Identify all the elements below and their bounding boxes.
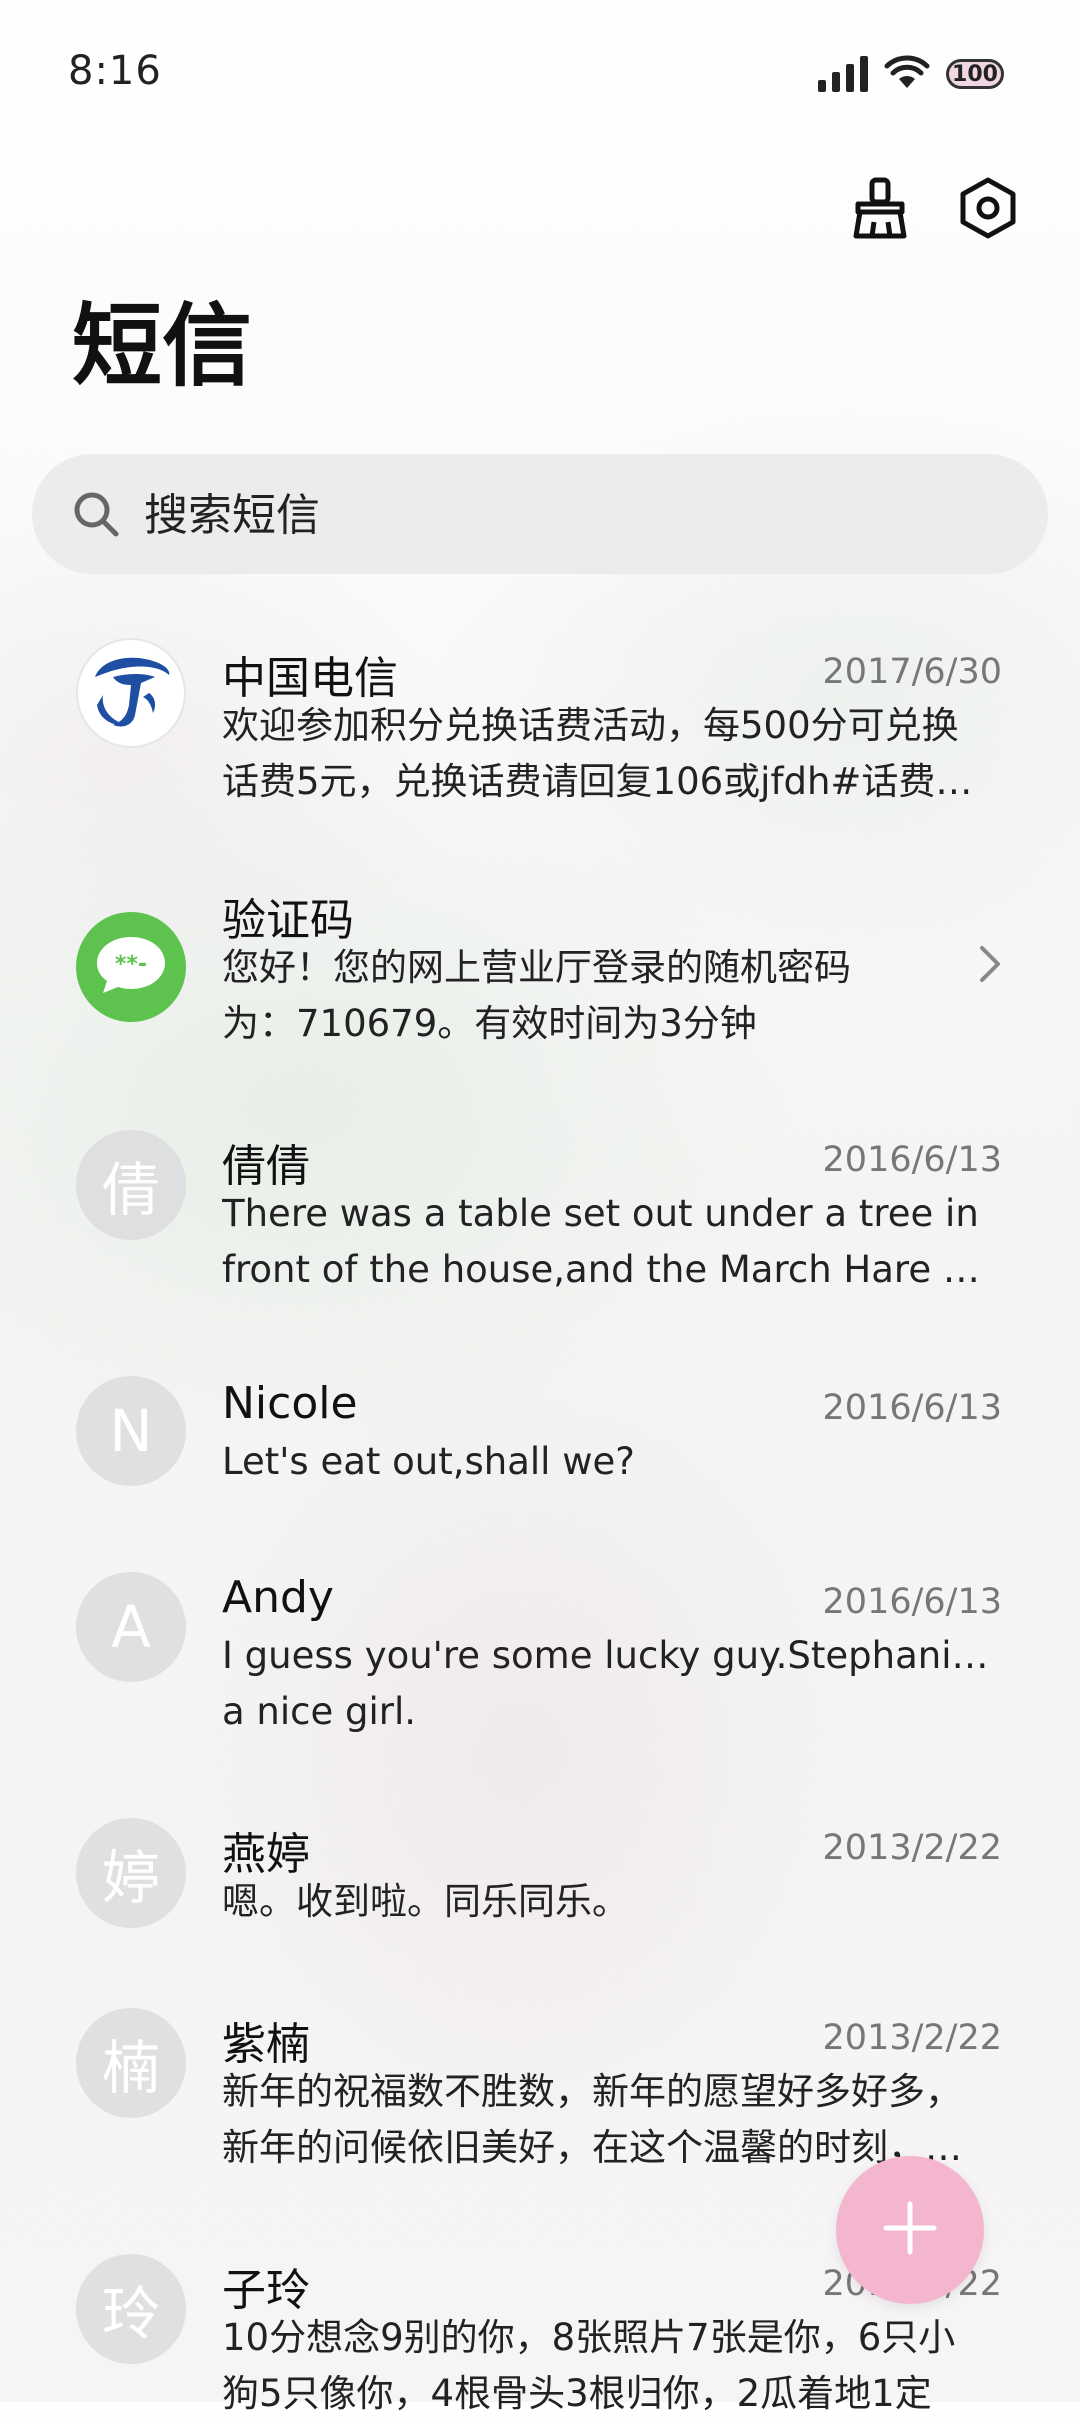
- preview-line: 狗5只像你，4根骨头3根归你，2瓜着地1定: [222, 2372, 932, 2415]
- conversation-date: 2013/2/22: [822, 2018, 1002, 2058]
- conversation-list: 中国电信 2017/6/30 欢迎参加积分兑换话费活动，每500分可兑换 话费5…: [0, 0, 1080, 2415]
- avatar: 玲: [76, 2254, 186, 2364]
- conversation-preview: There was a table set out under a tree i…: [222, 1186, 1002, 1298]
- conversation-name: Andy: [222, 1572, 334, 1623]
- conversation-item[interactable]: 婷 燕婷 2013/2/22 嗯。收到啦。同乐同乐。: [0, 1804, 1080, 1954]
- conversation-preview: 嗯。收到啦。同乐同乐。: [222, 1874, 1002, 1930]
- conversation-preview: Let's eat out,shall we?: [222, 1434, 1002, 1490]
- conversation-preview: 10分想念9别的你，8张照片7张是你，6只小 狗5只像你，4根骨头3根归你，2瓜…: [222, 2310, 1002, 2422]
- conversation-date: 2016/6/13: [822, 1140, 1002, 1180]
- conversation-date: 2016/6/13: [822, 1582, 1002, 1622]
- conversation-name: 倩倩: [222, 1141, 310, 1192]
- preview-line: I guess you're some lucky guy.Stephanie …: [222, 1634, 1002, 1677]
- preview-line: 10分想念9别的你，8张照片7张是你，6只小: [222, 2316, 956, 2359]
- preview-line: front of the house,and the March Hare an…: [222, 1248, 1002, 1291]
- conversation-preview: 欢迎参加积分兑换话费活动，每500分可兑换 话费5元，兑换话费请回复106或jf…: [222, 698, 1002, 810]
- conversation-item[interactable]: **- 验证码 您好！您的网上营业厅登录的随机密码 为：710679。有效时间为…: [0, 872, 1080, 1072]
- conversation-date: 2013/2/22: [822, 1828, 1002, 1868]
- chevron-right-icon: [978, 944, 1002, 988]
- conversation-item[interactable]: 中国电信 2017/6/30 欢迎参加积分兑换话费活动，每500分可兑换 话费5…: [0, 620, 1080, 830]
- preview-line: 您好！您的网上营业厅登录的随机密码: [222, 946, 851, 989]
- preview-line: Let's eat out,shall we?: [222, 1440, 635, 1483]
- conversation-item[interactable]: N Nicole 2016/6/13 Let's eat out,shall w…: [0, 1364, 1080, 1514]
- avatar: 倩: [76, 1130, 186, 1240]
- conversation-preview: 您好！您的网上营业厅登录的随机密码 为：710679。有效时间为3分钟: [222, 940, 942, 1052]
- conversation-item[interactable]: 倩 倩倩 2016/6/13 There was a table set out…: [0, 1118, 1080, 1318]
- preview-line: a nice girl.: [222, 1690, 417, 1733]
- conversation-name: 中国电信: [222, 653, 398, 704]
- avatar: **-: [76, 912, 186, 1022]
- conversation-preview: I guess you're some lucky guy.Stephanie …: [222, 1628, 1002, 1740]
- conversation-name: 紫楠: [222, 2019, 310, 2070]
- avatar: [76, 638, 186, 748]
- conversation-name: 子玲: [222, 2265, 310, 2316]
- avatar: A: [76, 1572, 186, 1682]
- conversation-name: 验证码: [222, 895, 354, 946]
- plus-icon: [882, 2200, 938, 2260]
- avatar: 婷: [76, 1818, 186, 1928]
- preview-line: 嗯。收到啦。同乐同乐。: [222, 1880, 629, 1923]
- conversation-date: 2017/6/30: [822, 652, 1002, 692]
- preview-line: 话费5元，兑换话费请回复106或jfdh#话费…: [222, 760, 973, 803]
- new-message-button[interactable]: [836, 2156, 984, 2304]
- avatar: 楠: [76, 2008, 186, 2118]
- svg-text:**-: **-: [115, 952, 147, 977]
- preview-line: 为：710679。有效时间为3分钟: [222, 1002, 757, 1045]
- china-telecom-logo-icon: [83, 643, 179, 743]
- preview-line: 欢迎参加积分兑换话费活动，每500分可兑换: [222, 704, 959, 747]
- preview-line: There was a table set out under a tree i…: [222, 1192, 979, 1235]
- verification-code-icon: **-: [93, 933, 169, 1001]
- avatar: N: [76, 1376, 186, 1486]
- conversation-name: Nicole: [222, 1378, 358, 1429]
- conversation-item[interactable]: A Andy 2016/6/13 I guess you're some luc…: [0, 1558, 1080, 1758]
- preview-line: 新年的祝福数不胜数，新年的愿望好多好多，: [222, 2070, 962, 2113]
- conversation-date: 2016/6/13: [822, 1388, 1002, 1428]
- conversation-name: 燕婷: [222, 1829, 310, 1880]
